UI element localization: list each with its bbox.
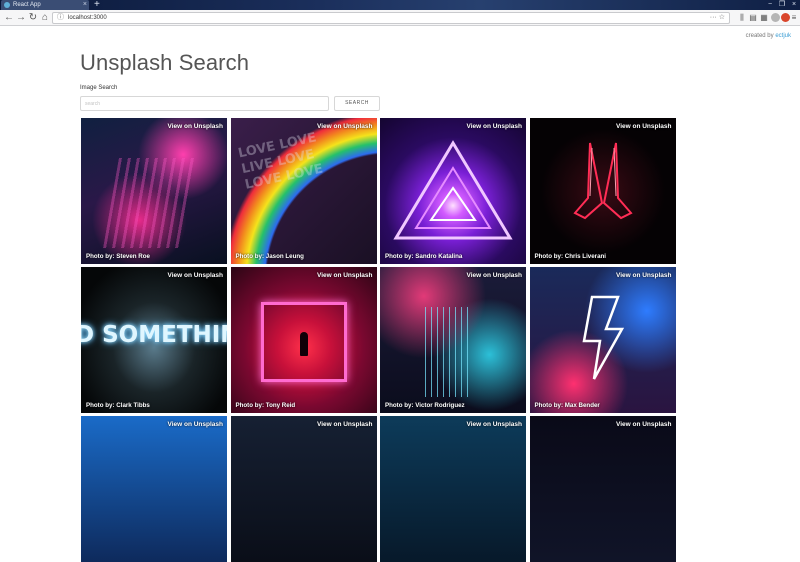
photo-author: Steven Roe (116, 253, 150, 260)
photo-credit-prefix: Photo by: (235, 253, 266, 260)
neon-triangle-art (393, 140, 513, 240)
graffiti-art: LOVE LOVE LIVE LOVE LOVE LOVE (236, 130, 324, 193)
tab-title: React App (13, 2, 41, 8)
credit-prefix: created by (745, 33, 776, 39)
photo-credit: Photo by: Chris Liverani (535, 253, 607, 260)
view-on-unsplash-link[interactable]: View on Unsplash (167, 272, 223, 279)
photo-grid: View on Unsplash Photo by: Steven Roe LOVE… (81, 118, 677, 562)
view-on-unsplash-link[interactable]: View on Unsplash (317, 272, 373, 279)
browser-tab[interactable]: React App × (1, 0, 89, 10)
sidebar-icon[interactable]: ▤ (748, 12, 758, 24)
photo-card[interactable]: View on Unsplash (230, 416, 377, 562)
photo-author: Clark Tibbs (116, 402, 150, 409)
photo-card[interactable]: View on Unsplash Photo by: Sandro Katalin… (380, 118, 526, 264)
browser-titlebar: React App × + − ❐ × (0, 0, 800, 10)
view-on-unsplash-link[interactable]: View on Unsplash (167, 421, 223, 428)
maximize-button[interactable]: ❐ (776, 0, 788, 10)
photo-credit-prefix: Photo by: (235, 402, 266, 409)
page-actions-icon[interactable]: ··· ☆ (710, 13, 725, 23)
photo-credit-prefix: Photo by: (534, 402, 565, 409)
photo-credit-prefix: Photo by: (534, 253, 565, 260)
photo-credit: Photo by: Tony Reid (236, 402, 296, 409)
silhouette-art (299, 332, 308, 356)
photo-card[interactable]: View on Unsplash Photo by: Steven Roe (81, 118, 227, 264)
search-button[interactable]: SEARCH (334, 96, 380, 111)
photo-card[interactable]: View on Unsplash (529, 416, 676, 562)
url-text: localhost:3000 (68, 15, 107, 21)
photo-card[interactable]: View on Unsplash (81, 416, 227, 562)
photo-card[interactable]: View on Unsplash Photo by: Victor Rodrigu… (380, 267, 526, 413)
menu-icon[interactable]: ≡ (789, 12, 799, 24)
photo-card[interactable]: View on Unsplash Photo by: Chris Liverani (529, 118, 676, 264)
new-tab-button[interactable]: + (94, 0, 100, 10)
search-label: Image Search (80, 85, 118, 91)
tab-close-icon[interactable]: × (83, 0, 87, 10)
photo-card[interactable]: View on Unsplash Photo by: Max Bender (529, 267, 676, 413)
view-on-unsplash-link[interactable]: View on Unsplash (167, 123, 223, 130)
photo-credit: Photo by: Clark Tibbs (86, 402, 150, 409)
neon-hands-art (572, 142, 633, 220)
extension-icon[interactable] (771, 13, 780, 22)
photo-author: Jason Leung (265, 253, 304, 260)
view-on-unsplash-link[interactable]: View on Unsplash (616, 421, 672, 428)
page-title: Unsplash Search (80, 50, 250, 75)
search-input[interactable] (80, 96, 329, 111)
photo-credit: Photo by: Sandro Katalina (385, 253, 462, 260)
photo-credit: Photo by: Steven Roe (86, 253, 150, 260)
photo-card[interactable]: View on Unsplash (380, 416, 526, 562)
reader-icon[interactable]: ▦ (759, 12, 769, 24)
library-icon[interactable]: ⫼ (737, 12, 747, 24)
view-on-unsplash-link[interactable]: View on Unsplash (616, 123, 672, 130)
photo-card[interactable]: D SOMETHING GRE View on Unsplash Photo by:… (81, 267, 227, 413)
reload-icon[interactable]: ↻ (27, 10, 39, 26)
city-lights-art (103, 158, 199, 248)
photo-credit: Photo by: Victor Rodriguez (385, 402, 465, 409)
minimize-button[interactable]: − (764, 0, 776, 10)
view-on-unsplash-link[interactable]: View on Unsplash (616, 272, 672, 279)
photo-credit-prefix: Photo by: (86, 402, 117, 409)
url-bar[interactable]: ⓘ localhost:3000 ··· ☆ (52, 12, 730, 24)
photo-credit: Photo by: Max Bender (535, 402, 600, 409)
photo-credit-prefix: Photo by: (385, 253, 416, 260)
view-on-unsplash-link[interactable]: View on Unsplash (466, 123, 522, 130)
neon-sign-text-art: D SOMETHING GRE (81, 322, 227, 348)
photo-author: Max Bender (564, 402, 600, 409)
photo-author: Chris Liverani (564, 253, 607, 260)
photo-credit: Photo by: Jason Leung (236, 253, 304, 260)
react-favicon-icon (4, 2, 10, 8)
view-on-unsplash-link[interactable]: View on Unsplash (466, 272, 522, 279)
photo-credit-prefix: Photo by: (385, 402, 416, 409)
photo-author: Tony Reid (265, 402, 296, 409)
neon-tower-art (425, 307, 470, 397)
home-icon[interactable]: ⌂ (39, 10, 51, 26)
photo-author: Sandro Katalina (415, 253, 463, 260)
photo-card[interactable]: View on Unsplash Photo by: Tony Reid (230, 267, 377, 413)
neon-bolt-art (582, 295, 624, 380)
info-icon[interactable]: ⓘ (57, 13, 64, 23)
view-on-unsplash-link[interactable]: View on Unsplash (317, 421, 373, 428)
browser-navbar: ← → ↻ ⌂ ⓘ localhost:3000 ··· ☆ ⫼ ▤ ▦ ≡ (0, 10, 800, 26)
forward-arrow-icon[interactable]: → (15, 10, 27, 26)
photo-card[interactable]: LOVE LOVE LIVE LOVE LOVE LOVE View on Unspl… (230, 118, 377, 264)
credit-text: created by ectjuk (746, 33, 791, 39)
photo-author: Victor Rodriguez (415, 402, 465, 409)
close-window-button[interactable]: × (788, 0, 800, 10)
view-on-unsplash-link[interactable]: View on Unsplash (466, 421, 522, 428)
credit-link[interactable]: ectjuk (775, 33, 791, 39)
back-arrow-icon[interactable]: ← (3, 10, 15, 26)
view-on-unsplash-link[interactable]: View on Unsplash (317, 123, 373, 130)
photo-credit-prefix: Photo by: (86, 253, 117, 260)
